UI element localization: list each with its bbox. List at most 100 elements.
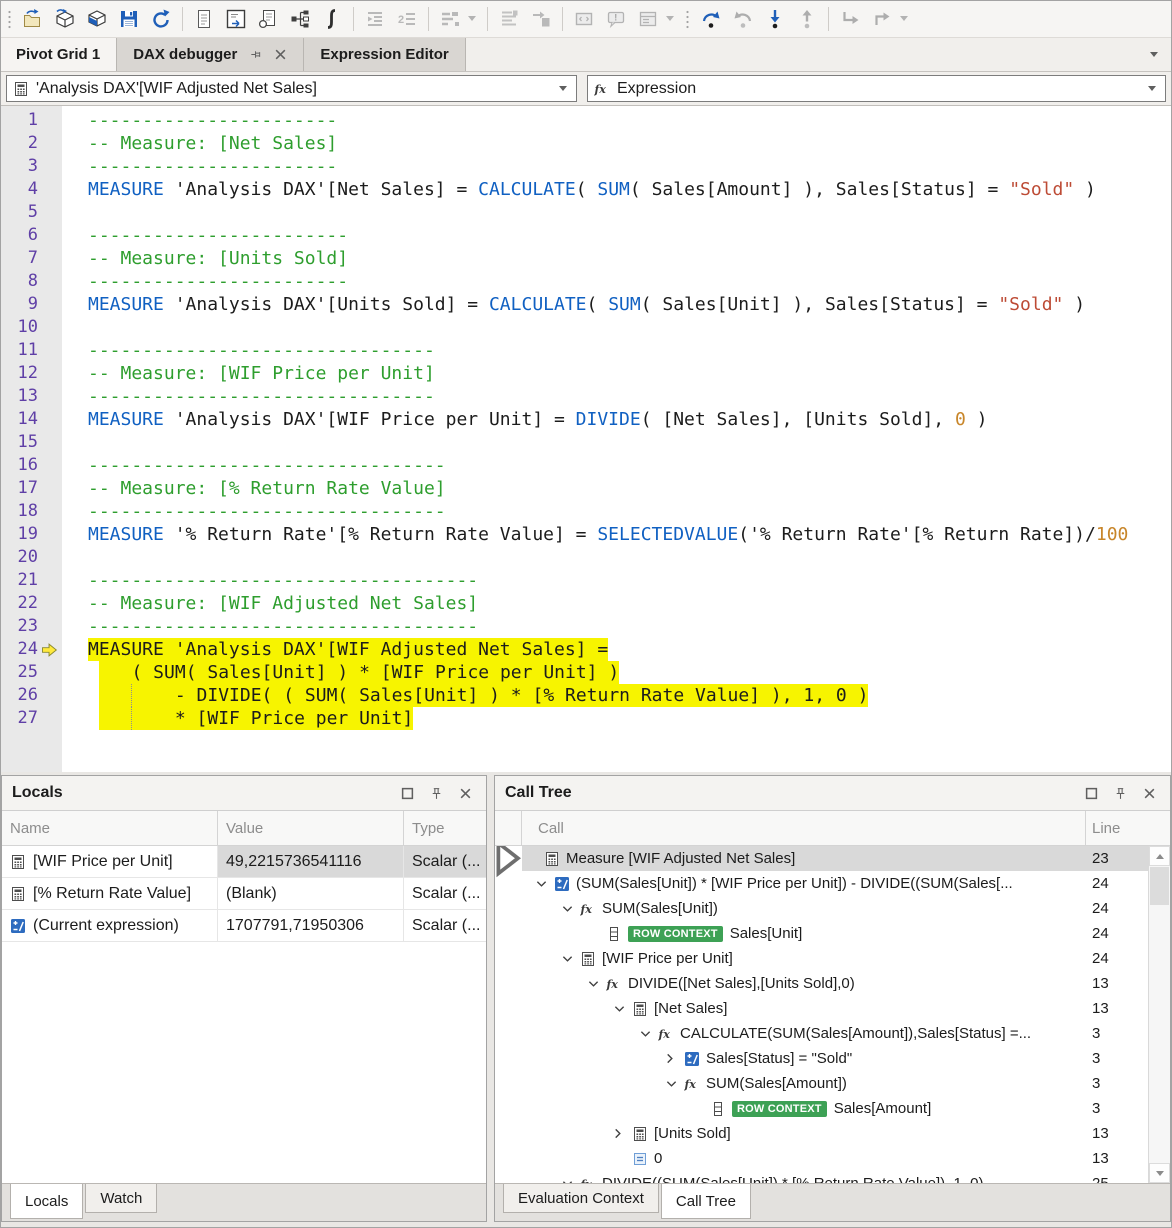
code-line[interactable]: 26 - DIVIDE( ( SUM( Sales[Unit] ) * [% R… [0,684,1172,707]
close-icon[interactable] [1143,787,1156,800]
code-line[interactable]: 17-- Measure: [% Return Rate Value] [0,477,1172,500]
measure-combobox[interactable]: 'Analysis DAX'[WIF Adjusted Net Sales] [6,75,577,102]
chevron-down-icon[interactable] [1148,86,1156,91]
move-button[interactable] [526,5,556,33]
code-line[interactable]: 13-------------------------------- [0,385,1172,408]
calltree-row[interactable]: Sales[Status] = "Sold"3 [495,1046,1170,1071]
code-line[interactable]: 22-- Measure: [WIF Adjusted Net Sales] [0,592,1172,615]
calltree-row[interactable]: [WIF Price per Unit]24 [495,946,1170,971]
step-out-button[interactable] [792,5,822,33]
calltree-row[interactable]: (SUM(Sales[Unit]) * [WIF Price per Unit]… [495,871,1170,896]
calltree-column-header-call[interactable]: Call [522,811,1086,845]
locals-row[interactable]: (Current expression)1707791,71950306Scal… [2,910,486,942]
code-line[interactable]: 25 ( SUM( Sales[Unit] ) * [WIF Price per… [0,661,1172,684]
locals-tab-watch[interactable]: Watch [85,1184,157,1213]
indent-button[interactable] [360,5,390,33]
export-model-button[interactable] [50,5,80,33]
chevron-down-icon[interactable] [666,1080,684,1088]
pin-icon[interactable] [430,787,443,800]
locals-column-header[interactable]: Type [404,811,486,845]
calltree-row[interactable]: ROW CONTEXTSales[Unit]24 [495,921,1170,946]
save-button[interactable] [114,5,144,33]
pin-icon[interactable] [249,48,262,61]
code-line[interactable]: 27 * [WIF Price per Unit] [0,707,1172,730]
code-line[interactable]: 6------------------------ [0,224,1172,247]
code-line[interactable]: 14MEASURE 'Analysis DAX'[WIF Price per U… [0,408,1172,431]
chevron-down-icon[interactable] [640,1030,658,1038]
jump-button[interactable] [867,5,897,33]
refresh-button[interactable] [146,5,176,33]
code-line[interactable]: 7-- Measure: [Units Sold] [0,247,1172,270]
calltree-row[interactable]: Measure [WIF Adjusted Net Sales]23 [495,846,1170,871]
run-to-cursor-button[interactable] [835,5,865,33]
calltree-row[interactable]: [Units Sold]13 [495,1121,1170,1146]
open-button[interactable] [18,5,48,33]
layout-button[interactable] [435,5,465,33]
locals-row[interactable]: [% Return Rate Value](Blank)Scalar (... [2,878,486,910]
maximize-icon[interactable] [1085,787,1098,800]
run-script-button[interactable] [253,5,283,33]
code-line[interactable]: 23------------------------------------ [0,615,1172,638]
chevron-down-icon[interactable] [559,86,567,91]
scroll-up-button[interactable] [1149,846,1170,866]
row-expander-icon[interactable] [495,846,522,871]
chevron-down-icon[interactable] [536,880,554,888]
tab-pivot-grid-1[interactable]: Pivot Grid 1 [0,38,117,71]
code-line[interactable]: 8------------------------ [0,270,1172,293]
align-button[interactable] [494,5,524,33]
calltree-row[interactable]: [Net Sales]13 [495,996,1170,1021]
code-line[interactable]: 20 [0,546,1172,569]
chevron-down-icon[interactable] [468,16,476,21]
breakpoints-window-button[interactable] [569,5,599,33]
step-back-button[interactable] [728,5,758,33]
tab-dax-debugger[interactable]: DAX debugger [117,38,304,71]
close-icon[interactable] [459,787,472,800]
chevron-down-icon[interactable] [900,16,908,21]
locals-row[interactable]: [WIF Price per Unit]49,2215736541116Scal… [2,846,486,878]
output-window-button[interactable]: ! [601,5,631,33]
format-button[interactable]: 2 [392,5,422,33]
chevron-right-icon[interactable] [666,1053,684,1064]
document-button[interactable] [189,5,219,33]
code-line[interactable]: 5 [0,201,1172,224]
calltree-column-header-line[interactable]: Line [1086,811,1170,845]
calltree-row[interactable]: fxSUM(Sales[Amount])3 [495,1071,1170,1096]
watch-window-button[interactable] [633,5,663,33]
code-line[interactable]: 11-------------------------------- [0,339,1172,362]
code-line[interactable]: 24MEASURE 'Analysis DAX'[WIF Adjusted Ne… [0,638,1172,661]
calltree-row[interactable]: fxCALCULATE(SUM(Sales[Amount]),Sales[Sta… [495,1021,1170,1046]
chevron-down-icon[interactable] [588,980,606,988]
code-line[interactable]: 16--------------------------------- [0,454,1172,477]
code-line[interactable]: 21------------------------------------ [0,569,1172,592]
chevron-right-icon[interactable] [614,1128,632,1139]
code-line[interactable]: 4MEASURE 'Analysis DAX'[Net Sales] = CAL… [0,178,1172,201]
calltree-row[interactable]: ROW CONTEXTSales[Amount]3 [495,1096,1170,1121]
tab-expression-editor[interactable]: Expression Editor [304,38,465,71]
locals-column-header[interactable]: Value [218,811,404,845]
scroll-down-button[interactable] [1149,1163,1170,1183]
step-into-button[interactable] [760,5,790,33]
calltree-row[interactable]: fxDIVIDE([Net Sales],[Units Sold],0)13 [495,971,1170,996]
locals-column-header[interactable]: Name [2,811,218,845]
chevron-down-icon[interactable] [562,905,580,913]
code-line[interactable]: 2-- Measure: [Net Sales] [0,132,1172,155]
locals-tab-locals[interactable]: Locals [10,1184,83,1219]
maximize-icon[interactable] [401,787,414,800]
chevron-down-icon[interactable] [614,1005,632,1013]
expression-combobox[interactable]: fx Expression [587,75,1166,102]
code-line[interactable]: 3----------------------- [0,155,1172,178]
chevron-down-icon[interactable] [666,16,674,21]
code-line[interactable]: 18--------------------------------- [0,500,1172,523]
import-model-button[interactable] [82,5,112,33]
vertical-scrollbar[interactable] [1148,846,1170,1183]
script-button[interactable] [317,5,347,33]
calltree-row[interactable]: 013 [495,1146,1170,1171]
pin-icon[interactable] [1114,787,1127,800]
code-line[interactable]: 10 [0,316,1172,339]
hierarchy-button[interactable] [285,5,315,33]
calltree-row[interactable]: fxDIVIDE((SUM(Sales[Unit]) * [% Return R… [495,1171,1170,1183]
calltree-tab-call-tree[interactable]: Call Tree [661,1184,751,1219]
step-over-button[interactable] [696,5,726,33]
chevron-down-icon[interactable] [562,1180,580,1184]
chevron-down-icon[interactable] [562,955,580,963]
